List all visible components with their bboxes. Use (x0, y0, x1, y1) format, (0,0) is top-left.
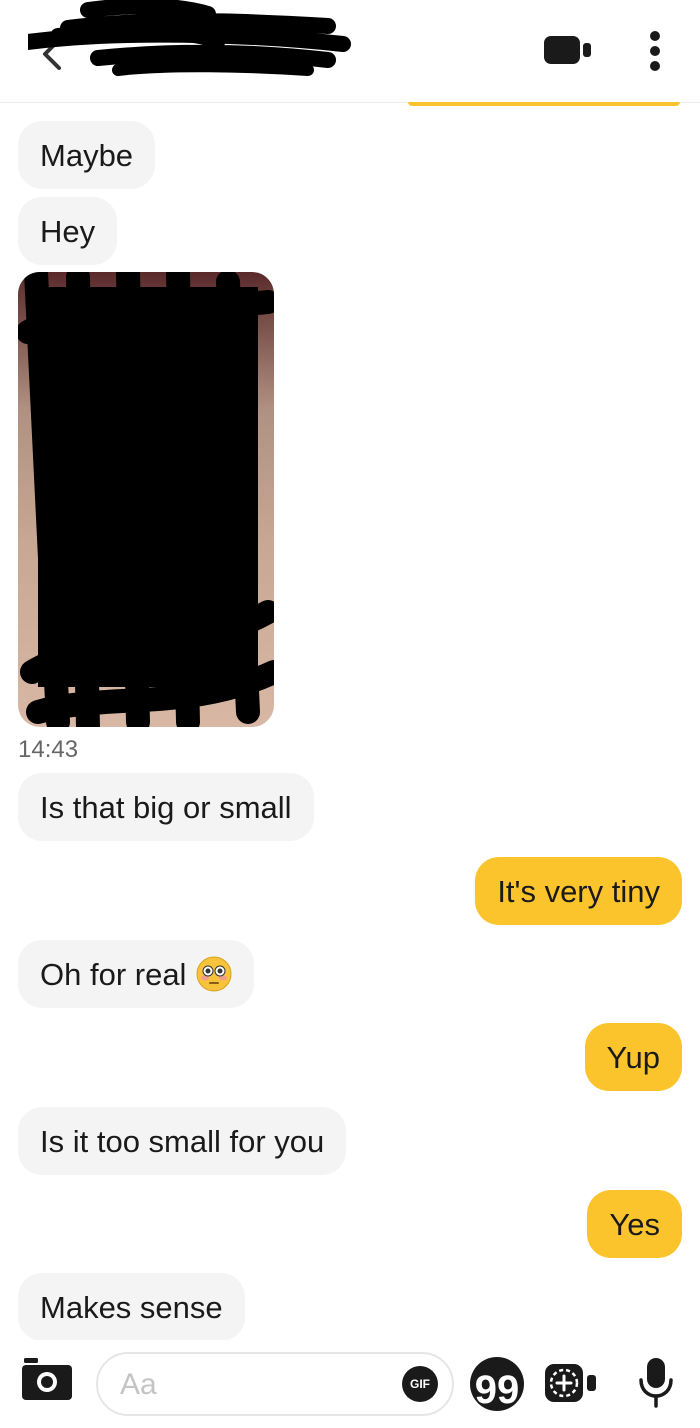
video-call-button[interactable] (540, 33, 596, 67)
message-input[interactable] (118, 1364, 382, 1406)
quote-button[interactable]: 99 (470, 1357, 524, 1411)
video-note-button[interactable] (542, 1360, 602, 1406)
message-text: Yup (606, 1039, 660, 1075)
message-text: Yes (609, 1206, 660, 1242)
video-note-icon (545, 1364, 596, 1402)
chat-header (0, 0, 700, 103)
message-incoming[interactable]: Makes sense (18, 1273, 245, 1341)
image-message[interactable] (18, 272, 274, 727)
message-incoming[interactable]: Maybe (18, 121, 156, 189)
quote-icon: 99 (474, 1368, 520, 1412)
message-text: Is it too small for you (40, 1123, 325, 1159)
gif-button[interactable]: GIF (402, 1366, 438, 1402)
redacted-contact-name (28, 0, 351, 76)
message-outgoing[interactable]: It's very tiny (475, 857, 682, 925)
camera-button[interactable] (20, 1356, 76, 1402)
message-input-wrapper (96, 1352, 454, 1416)
more-vertical-icon (650, 31, 660, 71)
camera-icon (22, 1358, 72, 1400)
microphone-icon (639, 1358, 673, 1408)
message-incoming[interactable]: Oh for real (18, 940, 255, 1008)
message-incoming[interactable]: Is it too small for you (18, 1107, 347, 1175)
microphone-button[interactable] (636, 1356, 676, 1410)
message-text: Makes sense (40, 1289, 223, 1325)
message-timestamp: 14:43 (18, 736, 79, 763)
message-incoming[interactable]: Is that big or small (18, 773, 314, 841)
more-options-button[interactable] (640, 28, 670, 74)
flushed-face-emoji-icon (196, 956, 232, 992)
message-text: Oh for real (40, 956, 187, 992)
previous-outgoing-bubble-edge (408, 102, 680, 106)
video-camera-icon (544, 36, 591, 64)
message-text: Maybe (40, 137, 134, 173)
gif-label: GIF (410, 1377, 430, 1391)
message-text: Hey (40, 213, 96, 249)
message-text: Is that big or small (40, 789, 292, 825)
message-text: It's very tiny (497, 873, 660, 909)
message-incoming[interactable]: Hey (18, 197, 118, 265)
message-outgoing[interactable]: Yes (587, 1190, 682, 1258)
message-outgoing[interactable]: Yup (584, 1023, 682, 1091)
redaction-scribble (18, 272, 274, 727)
